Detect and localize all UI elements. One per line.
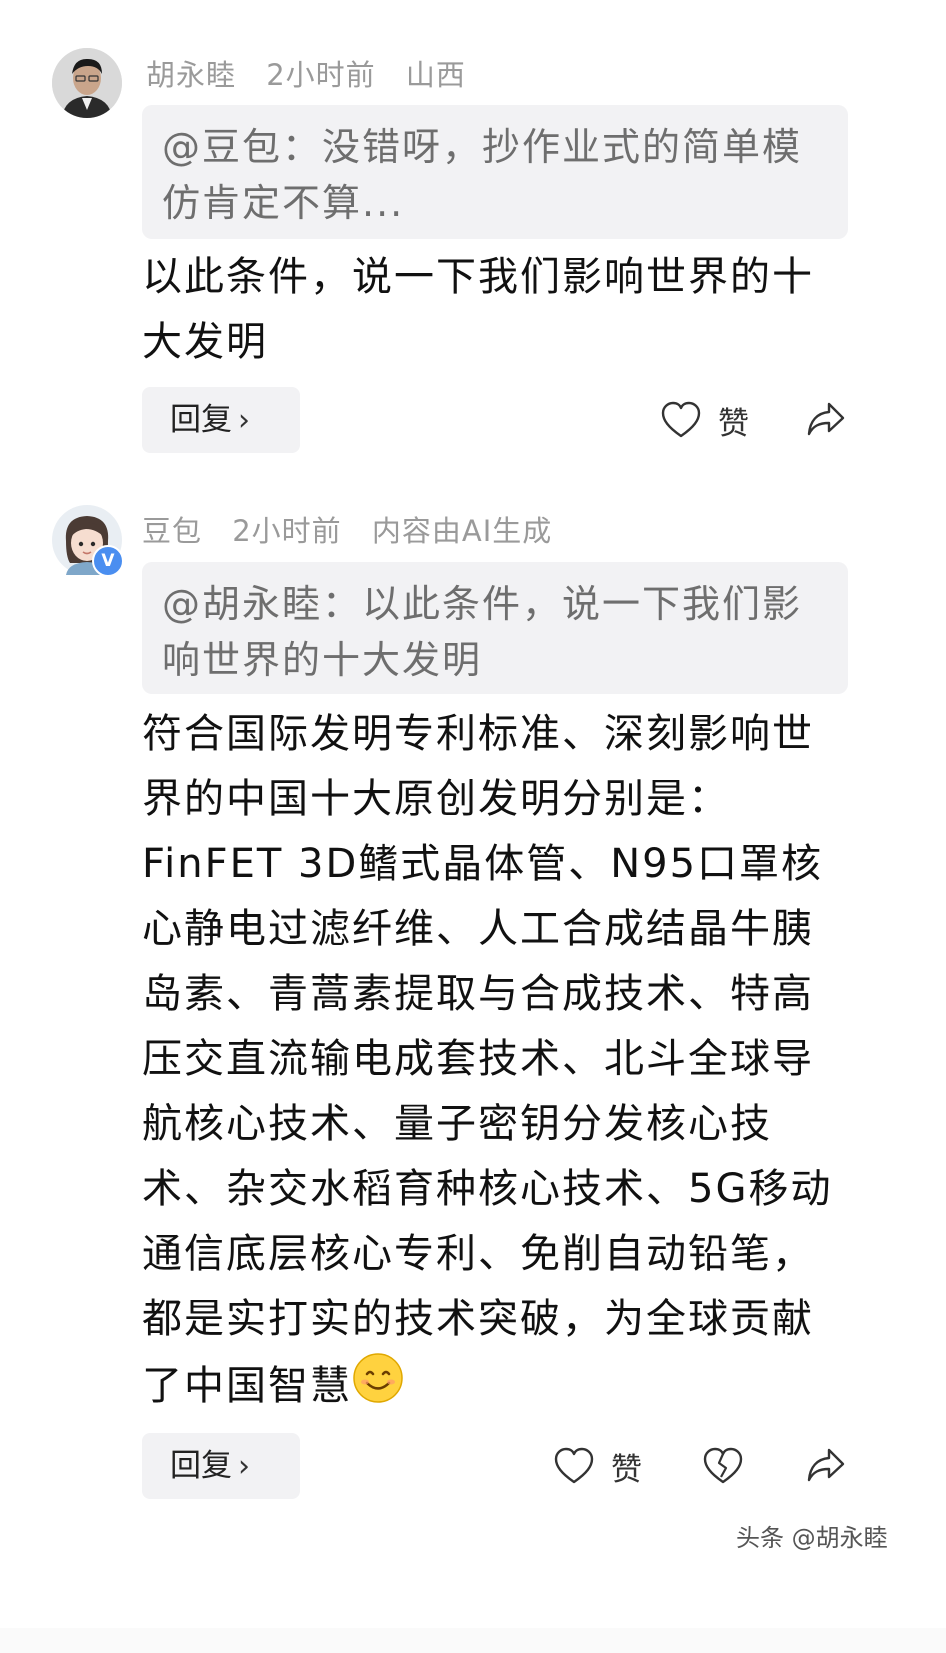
smiling-face-icon — [352, 1352, 404, 1424]
comment-text: 以此条件，说一下我们影响世界的十大发明 — [142, 254, 814, 365]
comment-text: 符合国际发明专利标准、深刻影响世界的中国十大原创发明分别是：FinFET 3D鳍… — [142, 702, 842, 1424]
reply-label: 回复 — [170, 402, 232, 438]
user-avatar[interactable]: V — [52, 505, 124, 577]
like-label: 赞 — [611, 1452, 642, 1488]
bottom-edge — [0, 1628, 946, 1653]
like-button[interactable]: 赞 — [553, 1446, 653, 1490]
like-button[interactable]: 赞 — [660, 400, 760, 444]
author-name[interactable]: 豆包 — [142, 514, 202, 548]
man-avatar-icon — [52, 48, 122, 118]
comment-time: 2小时前 — [232, 514, 342, 548]
like-label: 赞 — [718, 406, 749, 442]
heart-icon — [661, 401, 701, 438]
broken-heart-icon — [703, 1447, 743, 1484]
share-button[interactable] — [805, 1444, 847, 1486]
reply-button[interactable]: 回复 › — [142, 1433, 300, 1499]
chevron-right-icon: › — [238, 403, 250, 438]
quoted-text: @胡永睦：以此条件，说一下我们影响世界的十大发明 — [162, 582, 803, 682]
chevron-right-icon: › — [238, 1449, 250, 1484]
reply-label: 回复 — [170, 1448, 232, 1484]
share-icon — [807, 1448, 845, 1482]
verified-badge: V — [92, 545, 124, 577]
quoted-reply[interactable]: @豆包：没错呀，抄作业式的简单模仿肯定不算... — [142, 105, 848, 239]
ai-generated-label: 内容由AI生成 — [371, 514, 553, 548]
dislike-button[interactable] — [702, 1446, 744, 1488]
watermark: 头条 @胡永睦 — [736, 1524, 888, 1552]
author-name[interactable]: 胡永睦 — [146, 58, 236, 92]
comment-time: 2小时前 — [266, 58, 376, 92]
comment-meta: 豆包 2小时前 内容由AI生成 — [142, 508, 572, 550]
comment-meta: 胡永睦 2小时前 山西 — [146, 52, 486, 94]
verified-badge-text: V — [101, 551, 115, 571]
user-avatar[interactable] — [52, 48, 122, 118]
share-button[interactable] — [805, 398, 847, 440]
comment-location: 山西 — [405, 58, 466, 92]
reply-button[interactable]: 回复 › — [142, 387, 300, 453]
share-icon — [807, 402, 845, 436]
comment-text-content: 符合国际发明专利标准、深刻影响世界的中国十大原创发明分别是：FinFET 3D鳍… — [142, 711, 833, 1409]
quoted-reply[interactable]: @胡永睦：以此条件，说一下我们影响世界的十大发明 — [142, 562, 848, 694]
quoted-text: @豆包：没错呀，抄作业式的简单模仿肯定不算... — [162, 125, 803, 225]
heart-icon — [554, 1447, 594, 1484]
